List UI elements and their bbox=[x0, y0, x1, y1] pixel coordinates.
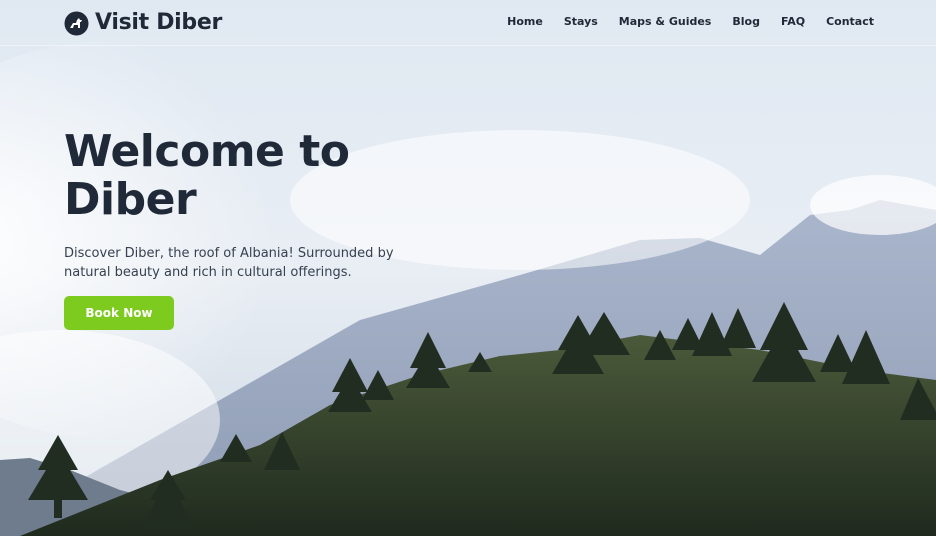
mountain-goat-icon bbox=[64, 11, 89, 36]
nav-link-faq[interactable]: FAQ bbox=[781, 14, 805, 30]
nav-link-home[interactable]: Home bbox=[507, 14, 543, 30]
hero-title-line-1: Welcome to bbox=[64, 126, 350, 177]
nav-link-contact[interactable]: Contact bbox=[826, 14, 874, 30]
hero-section: Welcome to Diber Discover Diber, the roo… bbox=[64, 128, 444, 282]
hero-title: Welcome to Diber bbox=[64, 128, 444, 224]
main-nav: Home Stays Maps & Guides Blog FAQ Contac… bbox=[507, 14, 874, 30]
nav-link-stays[interactable]: Stays bbox=[564, 14, 598, 30]
brand-name: Visit Diber bbox=[95, 10, 223, 35]
top-navbar: Visit Diber Home Stays Maps & Guides Blo… bbox=[0, 0, 936, 46]
nav-link-blog[interactable]: Blog bbox=[732, 14, 760, 30]
hero-subtitle: Discover Diber, the roof of Albania! Sur… bbox=[64, 246, 394, 280]
hero-title-line-2: Diber bbox=[64, 174, 197, 225]
book-now-button[interactable]: Book Now bbox=[64, 296, 174, 330]
nav-link-maps-guides[interactable]: Maps & Guides bbox=[619, 14, 712, 30]
brand-logo-link[interactable]: Visit Diber bbox=[64, 9, 222, 37]
